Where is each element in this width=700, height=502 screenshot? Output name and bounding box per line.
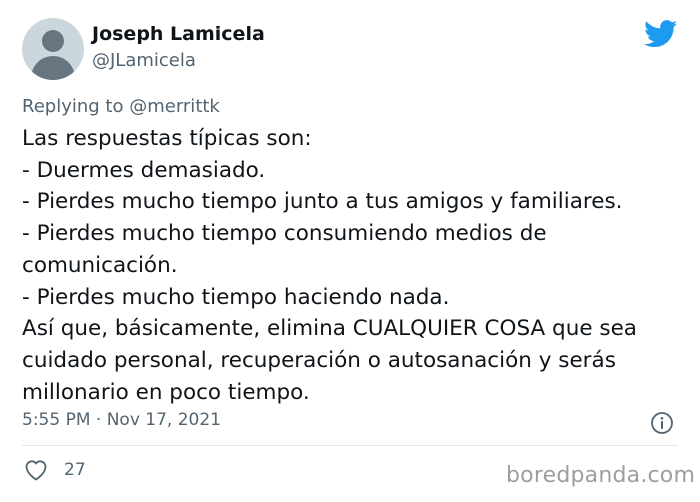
tweet-text: Las respuestas típicas son: - Duermes de… (22, 123, 692, 408)
author-handle[interactable]: @JLamicela (92, 50, 196, 71)
avatar[interactable] (22, 18, 84, 80)
tweet-line: Así que, básicamente, elimina CUALQUIER … (22, 316, 637, 342)
replying-to: Replying to @merrittk (22, 96, 220, 117)
watermark: boredpanda.com (506, 463, 696, 488)
tweet-line: - Pierdes mucho tiempo consumiendo medio… (22, 221, 547, 247)
author-name[interactable]: Joseph Lamicela (92, 23, 265, 45)
replying-to-label: Replying to (22, 96, 124, 117)
tweet-line: comunicación. (22, 252, 178, 278)
reply-mention-link[interactable]: @merrittk (129, 96, 220, 117)
tweet-line: - Pierdes mucho tiempo junto a tus amigo… (22, 189, 623, 215)
like-count: 27 (64, 460, 86, 480)
tweet-line: Las respuestas típicas son: (22, 126, 312, 151)
tweet-line: - Pierdes mucho tiempo haciendo nada. (22, 284, 450, 310)
avatar-body-shape (31, 56, 75, 80)
tweet-line: - Duermes demasiado. (22, 157, 266, 183)
tweet-timestamp[interactable]: 5:55 PM · Nov 17, 2021 (22, 410, 221, 430)
info-icon[interactable] (650, 411, 674, 435)
avatar-head-shape (42, 30, 64, 52)
tweet-line: millonario en poco tiempo. (22, 379, 310, 405)
heart-icon[interactable] (24, 459, 48, 481)
twitter-bird-icon (644, 20, 678, 48)
tweet-line: cuidado personal, recuperación o autosan… (22, 347, 616, 373)
divider (22, 445, 678, 446)
